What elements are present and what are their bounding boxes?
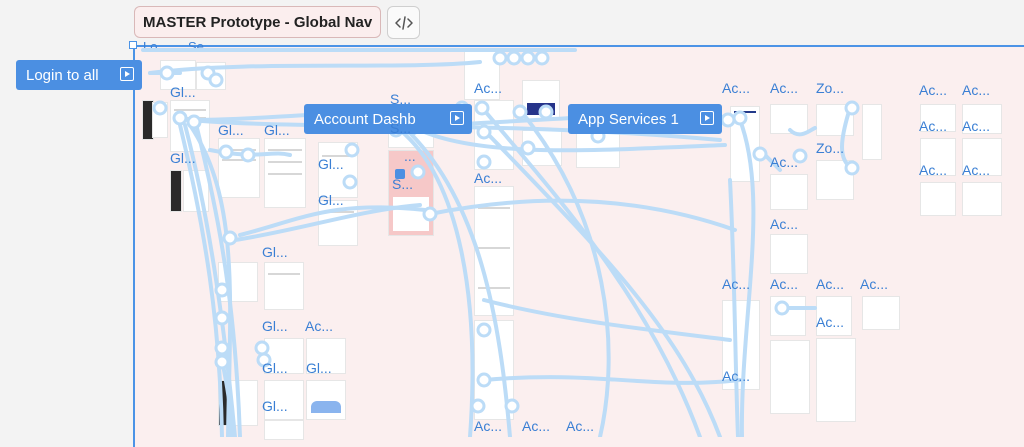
play-icon[interactable] xyxy=(120,67,134,81)
frame-label[interactable]: Ac... xyxy=(962,162,990,178)
frame-label[interactable]: Gl... xyxy=(318,192,344,208)
frame-thumbnail[interactable] xyxy=(920,182,956,216)
code-view-button[interactable] xyxy=(387,6,420,39)
file-title[interactable]: MASTER Prototype - Global Nav xyxy=(134,6,382,38)
frame-label[interactable]: Gl... xyxy=(318,156,344,172)
frame-thumbnail[interactable] xyxy=(770,296,806,336)
frame-label[interactable]: Gl... xyxy=(170,84,196,100)
code-icon xyxy=(394,15,413,30)
frame-label[interactable]: Ac... xyxy=(522,418,550,434)
frame-label[interactable]: Gl... xyxy=(170,150,196,166)
flow-start-label: App Services 1 xyxy=(578,110,679,128)
frame-thumbnail[interactable] xyxy=(196,62,226,90)
frame-thumbnail[interactable] xyxy=(522,130,562,166)
frame-label[interactable]: S... xyxy=(390,120,411,136)
frame-label[interactable]: Gl... xyxy=(262,398,288,414)
frame-thumbnail[interactable] xyxy=(264,138,306,208)
flow-start-app-services[interactable]: App Services 1 xyxy=(568,104,722,134)
frame-thumbnail[interactable] xyxy=(230,380,258,426)
frame-label[interactable]: Ac... xyxy=(770,276,798,292)
frame-thumbnail[interactable] xyxy=(183,170,209,212)
frame-label[interactable]: Ac... xyxy=(962,118,990,134)
section-label-search[interactable]: Se... xyxy=(188,39,215,54)
frame-label[interactable]: Gl... xyxy=(264,122,290,138)
top-bar: MASTER Prototype - Global Nav xyxy=(0,0,1024,44)
play-icon[interactable] xyxy=(700,111,714,125)
frame-label[interactable]: Zo... xyxy=(816,80,844,96)
frame-label[interactable]: Ac... xyxy=(474,418,502,434)
flow-start-label: Login to all xyxy=(26,66,99,84)
frame-label[interactable]: Ac... xyxy=(770,154,798,170)
frame-label[interactable]: Ac... xyxy=(860,276,888,292)
frame-label[interactable]: Ac... xyxy=(816,276,844,292)
frame-label[interactable]: Ac... xyxy=(770,80,798,96)
frame-thumbnail[interactable] xyxy=(816,160,854,200)
frame-label[interactable]: Ac... xyxy=(816,314,844,330)
frame-label[interactable]: S... xyxy=(392,176,413,192)
frame-thumbnail[interactable] xyxy=(474,186,514,316)
flow-start-account-dashboard[interactable]: Account Dashb xyxy=(304,104,472,134)
frame-thumbnail[interactable] xyxy=(576,132,620,168)
frame-thumbnail[interactable] xyxy=(218,138,260,198)
frame-label[interactable]: Ac... xyxy=(474,80,502,96)
frame-thumbnail[interactable] xyxy=(816,338,856,422)
frame-label[interactable]: Gl... xyxy=(262,318,288,334)
frame-label[interactable]: Gl... xyxy=(306,360,332,376)
frame-thumbnail[interactable] xyxy=(152,102,168,138)
play-icon[interactable] xyxy=(450,111,464,125)
frame-label[interactable]: Ac... xyxy=(474,170,502,186)
frame-thumbnail[interactable] xyxy=(474,100,514,170)
frame-thumbnail[interactable] xyxy=(770,234,808,274)
frame-thumbnail[interactable] xyxy=(962,182,1002,216)
frame-label[interactable]: Ac... xyxy=(919,118,947,134)
frame-thumbnail[interactable] xyxy=(264,420,304,440)
frame-label[interactable]: Ac... xyxy=(722,80,750,96)
frame-thumbnail[interactable] xyxy=(522,80,560,120)
frame-label[interactable]: Gl... xyxy=(262,244,288,260)
section-label-login[interactable]: Lo... xyxy=(143,39,168,54)
frame-label[interactable]: Ac... xyxy=(919,162,947,178)
frame-thumbnail[interactable] xyxy=(264,262,304,310)
frame-label[interactable]: Ac... xyxy=(962,82,990,98)
frame-thumbnail[interactable] xyxy=(770,104,808,134)
frame-thumbnail[interactable] xyxy=(170,100,210,152)
frame-thumbnail[interactable] xyxy=(170,170,182,212)
frame-label[interactable]: Ac... xyxy=(722,276,750,292)
frame-thumbnail[interactable] xyxy=(862,104,882,160)
frame-label[interactable]: Ac... xyxy=(722,368,750,384)
frame-thumbnail[interactable] xyxy=(816,104,854,136)
frame-label[interactable]: Zo... xyxy=(816,140,844,156)
frame-thumbnail[interactable] xyxy=(306,380,346,420)
frame-thumbnail[interactable] xyxy=(218,380,230,426)
section-handle[interactable] xyxy=(129,41,137,49)
frame-label[interactable]: Ac... xyxy=(566,418,594,434)
frame-thumbnail[interactable] xyxy=(218,262,258,302)
frame-thumbnail[interactable] xyxy=(862,296,900,330)
frame-label[interactable]: Gl... xyxy=(218,122,244,138)
frame-label[interactable]: Gl... xyxy=(262,360,288,376)
frame-label[interactable]: Ac... xyxy=(919,82,947,98)
frame-thumbnail[interactable] xyxy=(770,340,810,414)
flow-start-login-to-all[interactable]: Login to all xyxy=(16,60,142,90)
frame-thumbnail[interactable] xyxy=(770,174,808,210)
frame-label[interactable]: Ac... xyxy=(770,216,798,232)
frame-label[interactable]: ... xyxy=(404,148,416,164)
frame-thumbnail[interactable] xyxy=(474,320,514,420)
frame-label[interactable]: S... xyxy=(390,91,411,107)
frame-thumbnail[interactable] xyxy=(730,106,760,182)
frame-label[interactable]: Ac... xyxy=(305,318,333,334)
